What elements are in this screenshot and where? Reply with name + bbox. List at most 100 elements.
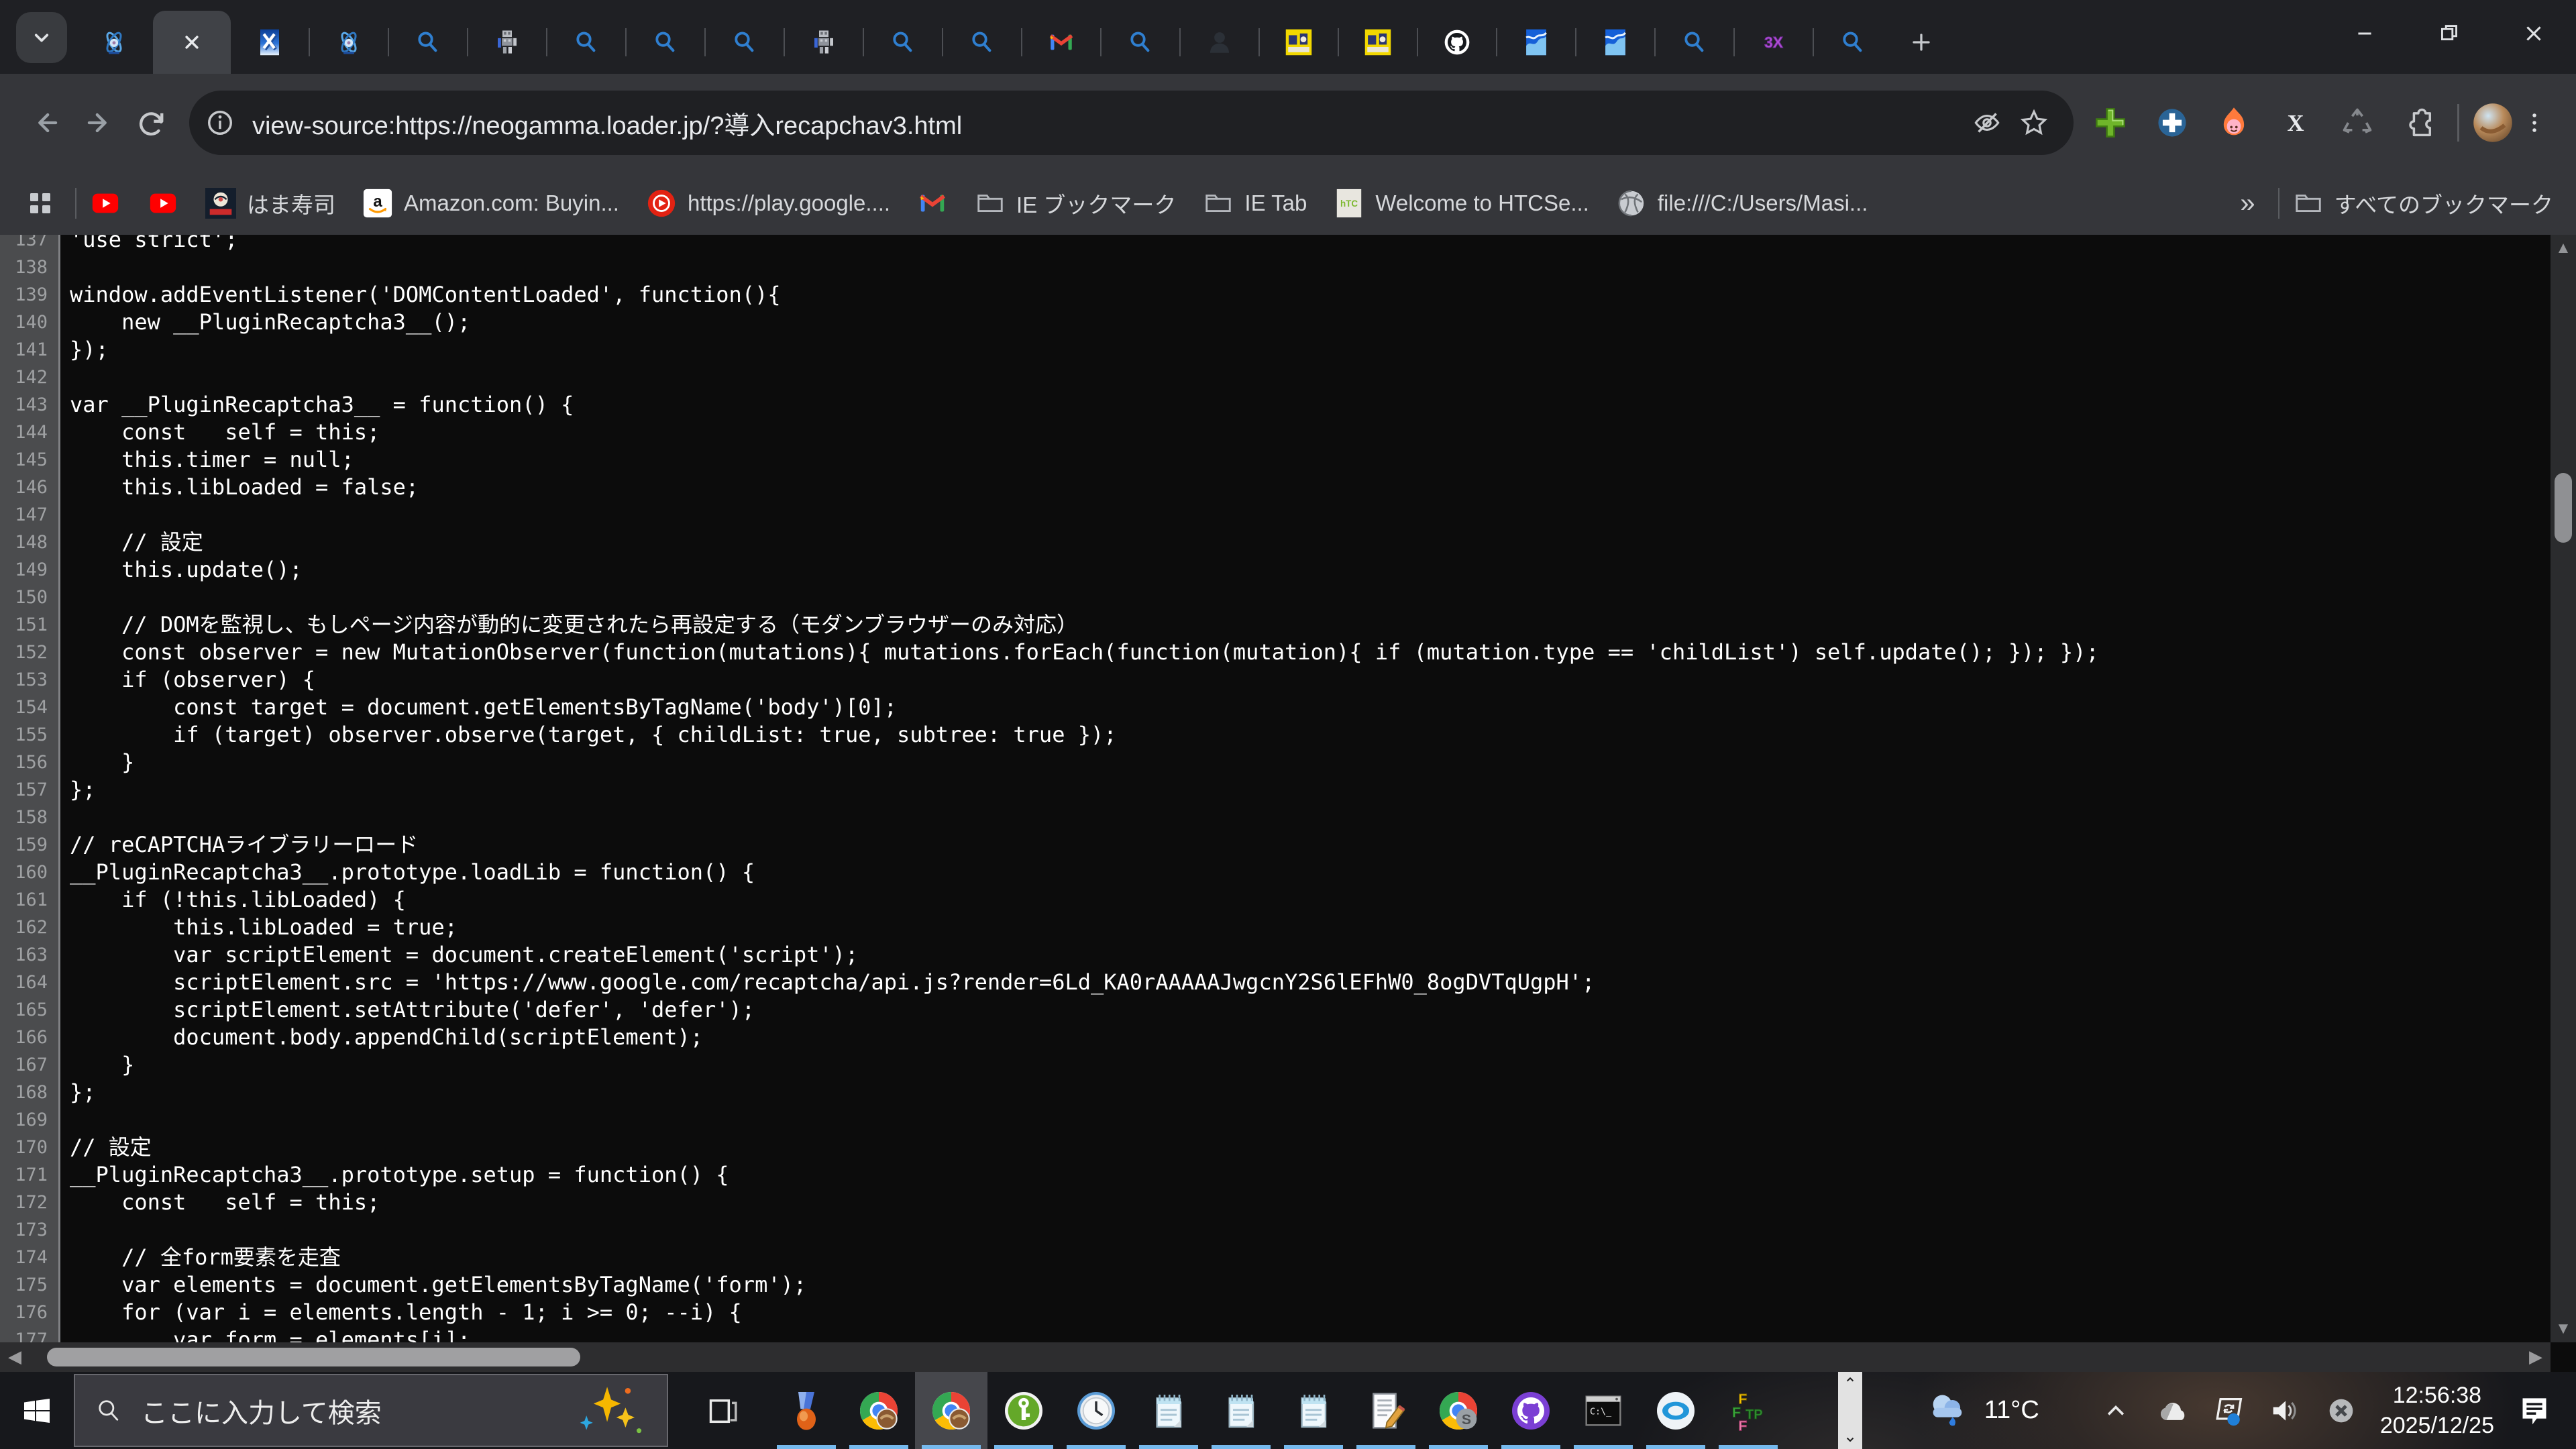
taskbar-scroll-strip[interactable]: ⌃ ⌄ — [1838, 1372, 1862, 1449]
weather-widget[interactable]: 11°C — [1924, 1389, 2039, 1432]
start-button[interactable] — [0, 1372, 74, 1449]
url-text[interactable]: view-source:https://neogamma.loader.jp/?… — [252, 105, 962, 142]
forward-button[interactable] — [72, 97, 125, 149]
text-editor[interactable] — [1350, 1372, 1422, 1449]
vertical-scrollbar[interactable]: ▲ ▼ — [2551, 235, 2576, 1342]
bookmark-item[interactable]: file:///C:/Users/Masi... — [1616, 188, 1868, 219]
command-prompt[interactable]: C:\_ — [1567, 1372, 1640, 1449]
reload-button[interactable] — [125, 97, 177, 149]
tab[interactable] — [1181, 11, 1258, 74]
address-bar[interactable]: view-source:https://neogamma.loader.jp/?… — [189, 91, 2074, 155]
tracking-protection-button[interactable] — [1964, 99, 2010, 146]
notepad-1[interactable] — [1132, 1372, 1205, 1449]
status-x-icon[interactable] — [2324, 1393, 2359, 1428]
chrome-profile-1[interactable] — [843, 1372, 915, 1449]
bookmark-item[interactable]: IE Tab — [1203, 188, 1307, 219]
bookmark-item[interactable] — [917, 188, 948, 219]
vertical-scroll-thumb[interactable] — [2555, 473, 2572, 543]
ext-blue-plus[interactable] — [2147, 98, 2197, 148]
horizontal-scroll-thumb[interactable] — [47, 1348, 580, 1366]
action-center-icon[interactable] — [2516, 1392, 2553, 1430]
bookmark-star-button[interactable] — [2010, 99, 2057, 146]
app-blue-lens[interactable] — [1640, 1372, 1712, 1449]
profile-avatar[interactable] — [2473, 103, 2513, 143]
tab[interactable] — [1656, 11, 1733, 74]
blueplus-icon — [2155, 105, 2190, 140]
github-desktop[interactable] — [1495, 1372, 1567, 1449]
tab[interactable] — [231, 11, 309, 74]
taskbar-clock[interactable]: 12:56:38 2025/12/25 — [2380, 1381, 2494, 1441]
tab[interactable] — [75, 11, 153, 74]
bookmark-item[interactable]: IE ブックマーク — [975, 187, 1176, 219]
tab[interactable] — [1260, 11, 1338, 74]
scroll-down-arrow[interactable]: ▼ — [2551, 1320, 2576, 1338]
taskbar-scroll-up[interactable]: ⌃ — [1843, 1375, 1857, 1394]
tab[interactable] — [1022, 11, 1100, 74]
chrome-s[interactable]: S — [1422, 1372, 1495, 1449]
bookmark-item[interactable]: aAmazon.com: Buyin... — [362, 188, 619, 219]
tab[interactable] — [1814, 11, 1892, 74]
minimize-button[interactable] — [2322, 0, 2407, 67]
ext-x[interactable]: X — [2271, 98, 2320, 148]
tab-search-button[interactable] — [16, 12, 67, 63]
code-line: 164 scriptElement.src = 'https://www.goo… — [0, 969, 2099, 996]
bookmark-item[interactable]: https://play.google.... — [646, 188, 890, 219]
display-sync-icon[interactable] — [2211, 1393, 2246, 1428]
tab[interactable] — [389, 11, 467, 74]
bookmark-item[interactable] — [90, 188, 121, 219]
back-button[interactable] — [20, 97, 72, 149]
ffftp[interactable]: FFFTP — [1712, 1372, 1784, 1449]
tab[interactable] — [468, 11, 546, 74]
volume-icon[interactable] — [2267, 1393, 2302, 1428]
tab[interactable] — [1102, 11, 1179, 74]
tab[interactable] — [1497, 11, 1575, 74]
chrome-profile-2[interactable] — [915, 1372, 987, 1449]
tab[interactable] — [1576, 11, 1654, 74]
notepad-3[interactable] — [1277, 1372, 1350, 1449]
tab[interactable] — [864, 11, 942, 74]
tab[interactable] — [785, 11, 863, 74]
extensions-menu[interactable] — [2394, 98, 2444, 148]
ext-recycle[interactable] — [2332, 98, 2382, 148]
bookmark-item[interactable]: hTCWelcome to HTCSe... — [1334, 188, 1589, 219]
page-info-icon[interactable] — [203, 105, 237, 140]
tab[interactable] — [547, 11, 625, 74]
tab-active[interactable] — [153, 11, 231, 74]
app-medal[interactable] — [770, 1372, 843, 1449]
tab[interactable] — [1339, 11, 1417, 74]
line-text: const self = this; — [60, 419, 380, 446]
all-bookmarks-folder[interactable]: すべてのブックマーク — [2293, 187, 2553, 219]
bookmark-item[interactable] — [148, 188, 178, 219]
ext-green-plus[interactable] — [2086, 98, 2135, 148]
searchfav-icon — [572, 28, 600, 56]
taskbar-scroll-down[interactable]: ⌄ — [1843, 1427, 1857, 1446]
tab[interactable]: 3X — [1735, 11, 1813, 74]
taskbar-search-box[interactable]: ここに入力して検索 — [74, 1374, 668, 1447]
scroll-left-arrow[interactable]: ◀ — [8, 1346, 21, 1367]
new-tab-button[interactable] — [1892, 11, 1951, 74]
close-window-button[interactable] — [2491, 0, 2576, 67]
tab[interactable] — [1418, 11, 1496, 74]
tray-expand-icon[interactable] — [2098, 1393, 2133, 1428]
app-clock[interactable] — [1060, 1372, 1132, 1449]
tab[interactable] — [627, 11, 704, 74]
browser-menu-button[interactable] — [2513, 98, 2556, 148]
app-green-key[interactable] — [987, 1372, 1060, 1449]
tab-close-icon[interactable] — [178, 28, 206, 56]
chevron-down-icon — [27, 23, 56, 52]
ext-flame[interactable] — [2209, 98, 2259, 148]
scroll-right-arrow[interactable]: ▶ — [2529, 1346, 2542, 1367]
tab[interactable] — [310, 11, 388, 74]
apps-grid-button[interactable] — [19, 182, 62, 225]
tab[interactable] — [943, 11, 1021, 74]
horizontal-scrollbar[interactable]: ◀ ▶ — [0, 1342, 2551, 1372]
onedrive-icon[interactable] — [2155, 1393, 2190, 1428]
search-highlights-icon[interactable] — [574, 1385, 648, 1436]
bookmarks-overflow-button[interactable]: » — [2231, 189, 2264, 219]
restore-button[interactable] — [2407, 0, 2491, 67]
task-view-button[interactable] — [695, 1372, 750, 1449]
bookmark-item[interactable]: はま寿司 — [205, 187, 335, 219]
tab[interactable] — [706, 11, 784, 74]
notepad-2[interactable] — [1205, 1372, 1277, 1449]
scroll-up-arrow[interactable]: ▲ — [2551, 239, 2576, 258]
